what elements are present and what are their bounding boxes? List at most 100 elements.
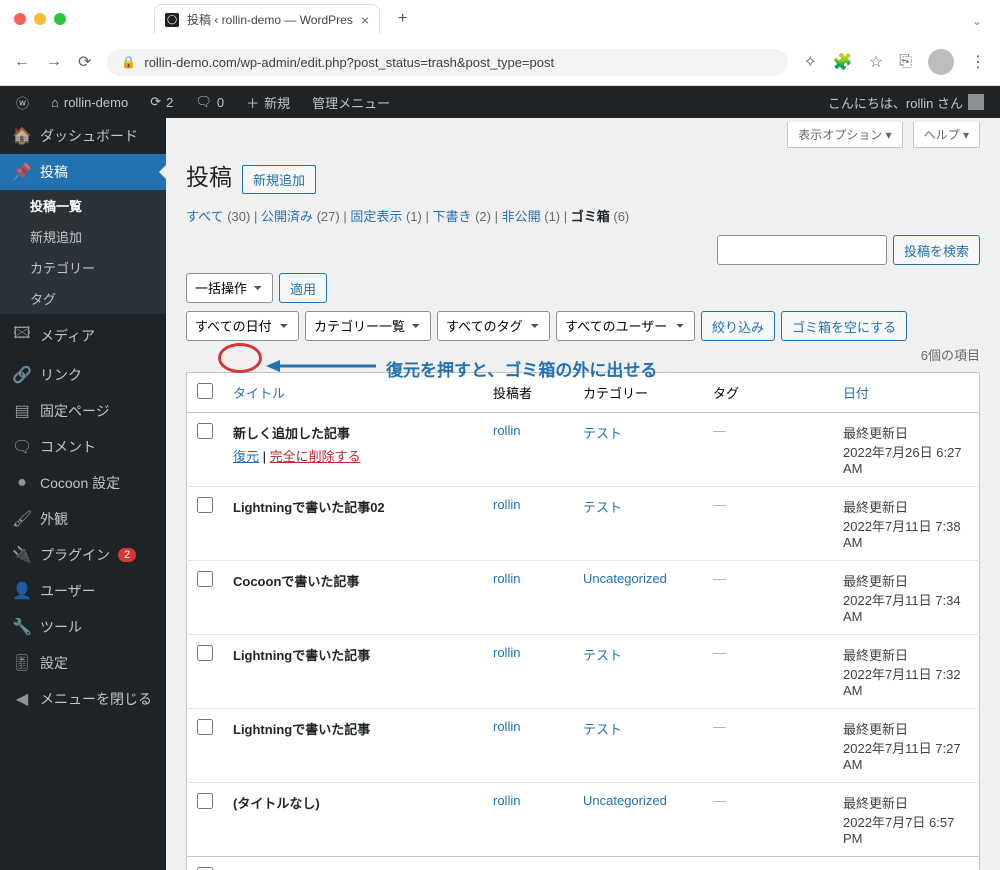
back-icon[interactable]: ← — [14, 53, 30, 71]
posts-table: タイトル 投稿者 カテゴリー タグ 日付 新しく追加した記事 復元 | 完全に削… — [186, 372, 980, 870]
pin-icon: 📌 — [12, 162, 32, 182]
menu-settings[interactable]: 🎚設定 — [0, 645, 166, 681]
menu-tools[interactable]: 🔧ツール — [0, 609, 166, 645]
filter-publish[interactable]: 公開済み — [261, 209, 313, 224]
menu-collapse[interactable]: ◀メニューを閉じる — [0, 681, 166, 717]
select-all-checkbox[interactable] — [197, 383, 213, 399]
menu-cocoon[interactable]: ●Cocoon 設定 — [0, 465, 166, 501]
share-icon[interactable]: ✧ — [804, 52, 817, 72]
author-link[interactable]: rollin — [493, 719, 520, 734]
category-link[interactable]: Uncategorized — [583, 571, 667, 586]
comments-link[interactable]: 🗨0 — [187, 86, 232, 118]
screen-options-button[interactable]: 表示オプション ▾ — [787, 122, 902, 148]
submenu-tags[interactable]: タグ — [0, 283, 166, 314]
extensions-icon[interactable]: 🧩 — [833, 52, 853, 72]
wp-admin-bar: ⓦ ⌂rollin-demo ⟳2 🗨0 ＋新規 管理メニュー こんにちは、ro… — [0, 86, 1000, 118]
close-tab-icon[interactable]: × — [361, 12, 369, 28]
tag-cell: — — [713, 423, 726, 438]
filter-draft[interactable]: 下書き — [432, 209, 471, 224]
tag-filter-select[interactable]: すべてのタグ — [437, 311, 550, 341]
plus-icon: ＋ — [246, 93, 259, 112]
col-date[interactable]: 日付 — [843, 386, 869, 401]
post-title: Lightningで書いた記事02 — [233, 500, 385, 515]
category-link[interactable]: テスト — [583, 500, 622, 515]
filter-button[interactable]: 絞り込み — [701, 311, 775, 341]
table-row: 新しく追加した記事 復元 | 完全に削除する rollin テスト — 最終更新… — [187, 413, 980, 487]
profile-avatar[interactable] — [928, 49, 954, 75]
search-button[interactable]: 投稿を検索 — [893, 235, 980, 265]
bulk-action-select[interactable]: 一括操作 — [186, 273, 273, 303]
browser-tab[interactable]: ◯ 投稿 ‹ rollin-demo — WordPres × — [154, 4, 380, 34]
category-link[interactable]: Uncategorized — [583, 793, 667, 808]
filter-sticky[interactable]: 固定表示 — [350, 209, 402, 224]
add-new-button[interactable]: 新規追加 — [242, 165, 316, 194]
forward-icon[interactable]: → — [46, 53, 62, 71]
window-close[interactable] — [14, 13, 26, 25]
table-row: Lightningで書いた記事02 rollin テスト — 最終更新日2022… — [187, 487, 980, 561]
author-link[interactable]: rollin — [493, 645, 520, 660]
row-checkbox[interactable] — [197, 571, 213, 587]
category-link[interactable]: テスト — [583, 426, 622, 441]
page-title: 投稿 — [186, 158, 232, 192]
col-title[interactable]: タイトル — [233, 386, 285, 401]
comment-icon: 🗨 — [12, 437, 32, 457]
delete-permanently-link[interactable]: 完全に削除する — [270, 449, 361, 464]
filter-all[interactable]: すべて — [186, 209, 224, 224]
row-actions: 復元 | 完全に削除する — [233, 446, 473, 465]
author-link[interactable]: rollin — [493, 571, 520, 586]
submenu-add-new[interactable]: 新規追加 — [0, 221, 166, 252]
window-maximize[interactable] — [54, 13, 66, 25]
category-filter-select[interactable]: カテゴリー一覧 — [305, 311, 431, 341]
menu-plugins[interactable]: 🔌プラグイン2 — [0, 537, 166, 573]
reload-icon[interactable]: ⟳ — [78, 52, 91, 72]
date-filter-select[interactable]: すべての日付 — [186, 311, 299, 341]
menu-links[interactable]: 🔗リンク — [0, 357, 166, 393]
menu-appearance[interactable]: 🖌外観 — [0, 501, 166, 537]
search-input[interactable] — [717, 235, 887, 265]
menu-media[interactable]: 🖾メディア — [0, 314, 166, 357]
downloads-icon[interactable]: ⎘ — [899, 53, 912, 71]
submenu-all-posts[interactable]: 投稿一覧 — [0, 190, 166, 221]
manage-menu-link[interactable]: 管理メニュー — [304, 86, 398, 118]
bookmark-icon[interactable]: ☆ — [869, 52, 883, 72]
post-title: Lightningで書いた記事 — [233, 722, 370, 737]
menu-dashboard[interactable]: 🏠ダッシュボード — [0, 118, 166, 154]
window-minimize[interactable] — [34, 13, 46, 25]
filter-private[interactable]: 非公開 — [502, 209, 541, 224]
row-checkbox[interactable] — [197, 719, 213, 735]
help-button[interactable]: ヘルプ ▾ — [913, 122, 980, 148]
menu-posts[interactable]: 📌投稿 — [0, 154, 166, 190]
menu-users[interactable]: 👤ユーザー — [0, 573, 166, 609]
url-text: rollin-demo.com/wp-admin/edit.php?post_s… — [144, 55, 554, 70]
updates-link[interactable]: ⟳2 — [142, 86, 181, 118]
chevron-down-icon[interactable]: ⌄ — [972, 14, 982, 28]
row-checkbox[interactable] — [197, 423, 213, 439]
menu-icon[interactable]: ⋮ — [970, 52, 986, 72]
bulk-apply-button[interactable]: 適用 — [279, 273, 327, 303]
filter-trash[interactable]: ゴミ箱 — [571, 209, 610, 224]
wp-logo[interactable]: ⓦ — [8, 86, 37, 118]
author-link[interactable]: rollin — [493, 497, 520, 512]
menu-comments[interactable]: 🗨コメント — [0, 429, 166, 465]
empty-trash-button[interactable]: ゴミ箱を空にする — [781, 311, 907, 341]
restore-link[interactable]: 復元 — [233, 449, 259, 464]
author-link[interactable]: rollin — [493, 423, 520, 438]
site-name-link[interactable]: ⌂rollin-demo — [43, 86, 136, 118]
new-content-link[interactable]: ＋新規 — [238, 86, 298, 118]
greeting-link[interactable]: こんにちは、rollin さん — [820, 86, 992, 118]
row-checkbox[interactable] — [197, 645, 213, 661]
brush-icon: 🖌 — [12, 509, 32, 529]
submenu-categories[interactable]: カテゴリー — [0, 252, 166, 283]
table-row: Cocoonで書いた記事 rollin Uncategorized — 最終更新… — [187, 561, 980, 635]
category-link[interactable]: テスト — [583, 722, 622, 737]
new-tab-button[interactable]: + — [398, 10, 407, 28]
row-checkbox[interactable] — [197, 497, 213, 513]
menu-pages[interactable]: ▤固定ページ — [0, 393, 166, 429]
address-bar[interactable]: 🔒 rollin-demo.com/wp-admin/edit.php?post… — [107, 49, 787, 76]
status-filters: すべて (30) | 公開済み (27) | 固定表示 (1) | 下書き (2… — [186, 206, 980, 225]
row-checkbox[interactable] — [197, 793, 213, 809]
category-link[interactable]: テスト — [583, 648, 622, 663]
user-filter-select[interactable]: すべてのユーザー — [556, 311, 695, 341]
author-link[interactable]: rollin — [493, 793, 520, 808]
date-cell: 最終更新日2022年7月11日 7:32 AM — [833, 635, 980, 709]
